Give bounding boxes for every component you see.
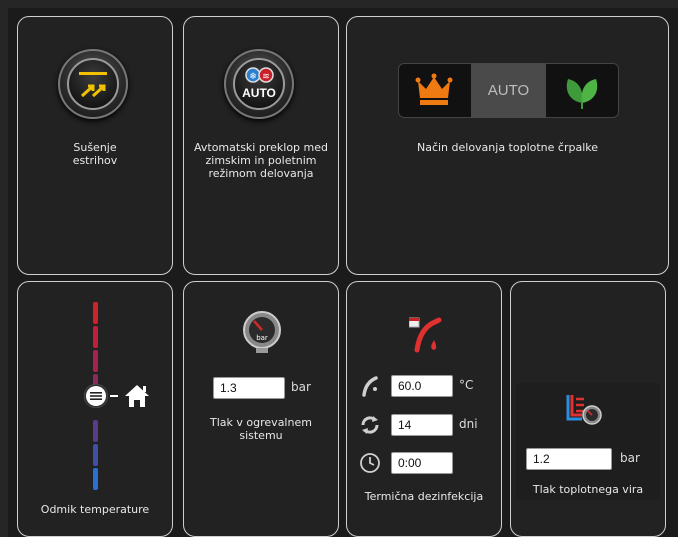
- tile-temp-offset: Odmik temperature: [17, 281, 173, 537]
- tile-source-pressure: 1.2 bar Tlak toplotnega vira: [510, 281, 666, 537]
- source-pressure-unit: bar: [620, 451, 640, 465]
- slider-connector: [110, 395, 118, 397]
- screed-drying-label: Sušenje estrihov: [72, 141, 118, 167]
- repeat-icon: [361, 416, 379, 434]
- pump-mode-label: Način delovanja toplotne črpalke: [416, 141, 599, 154]
- scale-segment: [93, 326, 98, 348]
- temp-offset-slider-handle[interactable]: [84, 384, 108, 408]
- scale-segment: [93, 468, 98, 490]
- screed-drying-icon: [79, 72, 107, 98]
- tile-pump-mode: AUTO Način delovanja toplotne črpalke: [346, 16, 669, 275]
- disinfection-label: Termična dezinfekcija: [364, 490, 484, 503]
- scale-segment: [93, 350, 98, 372]
- disinfection-interval-input[interactable]: 14: [391, 414, 453, 436]
- pump-mode-auto-label: AUTO: [487, 82, 530, 99]
- shower-icon: [362, 376, 378, 397]
- auto-season-switch-knob[interactable]: ❄ ≋ AUTO: [224, 49, 294, 119]
- system-pressure-input[interactable]: 1.3: [213, 377, 285, 399]
- tile-auto-season-switch[interactable]: ❄ ≋ AUTO Avtomatski preklop med zimskim …: [183, 16, 339, 275]
- temp-offset-label: Odmik temperature: [40, 503, 150, 516]
- pressure-gauge-icon: bar: [243, 311, 281, 353]
- crown-icon: [415, 73, 453, 105]
- disinfection-temp-input[interactable]: 60.0: [391, 375, 453, 397]
- auto-season-switch-label: Avtomatski preklop med zimskim in poletn…: [194, 141, 328, 180]
- handle-lines-icon: [90, 392, 102, 400]
- source-pressure-label: Tlak toplotnega vira: [532, 483, 644, 496]
- svg-text:≋: ≋: [262, 72, 270, 82]
- pump-mode-crown-button[interactable]: [398, 63, 471, 118]
- tile-screed-drying[interactable]: Sušenje estrihov: [17, 16, 173, 275]
- clock-icon: [360, 453, 380, 473]
- scale-segment: [93, 302, 98, 324]
- pump-mode-selector[interactable]: AUTO: [398, 63, 619, 118]
- heat-source-pressure-icon: [566, 395, 602, 425]
- tile-thermal-disinfection: 60.0 °C 14 dni 0:00 Termična dezinfekcij…: [346, 281, 502, 537]
- home-icon: [125, 385, 149, 407]
- source-pressure-input[interactable]: 1.2: [526, 448, 612, 470]
- scale-segment: [93, 444, 98, 466]
- auto-season-switch-icon: ❄ ≋: [245, 67, 274, 83]
- auto-knob-text: AUTO: [242, 86, 276, 100]
- leaf-icon: [566, 79, 598, 109]
- thermal-disinfection-icon: [409, 317, 442, 353]
- pump-mode-leaf-button[interactable]: [546, 63, 619, 118]
- svg-text:❄: ❄: [249, 72, 257, 82]
- tile-system-pressure: bar 1.3 bar Tlak v ogrevalnem sistemu: [183, 281, 339, 537]
- disinfection-time-input[interactable]: 0:00: [391, 452, 453, 474]
- scale-segment: [93, 420, 98, 442]
- system-pressure-unit: bar: [291, 380, 311, 394]
- disinfection-temp-unit: °C: [459, 378, 474, 392]
- system-pressure-label: Tlak v ogrevalnem sistemu: [210, 416, 312, 442]
- disinfection-interval-unit: dni: [459, 417, 478, 431]
- screed-drying-knob[interactable]: [58, 49, 128, 119]
- pump-mode-auto-button[interactable]: AUTO: [471, 63, 546, 118]
- svg-text:bar: bar: [256, 334, 268, 342]
